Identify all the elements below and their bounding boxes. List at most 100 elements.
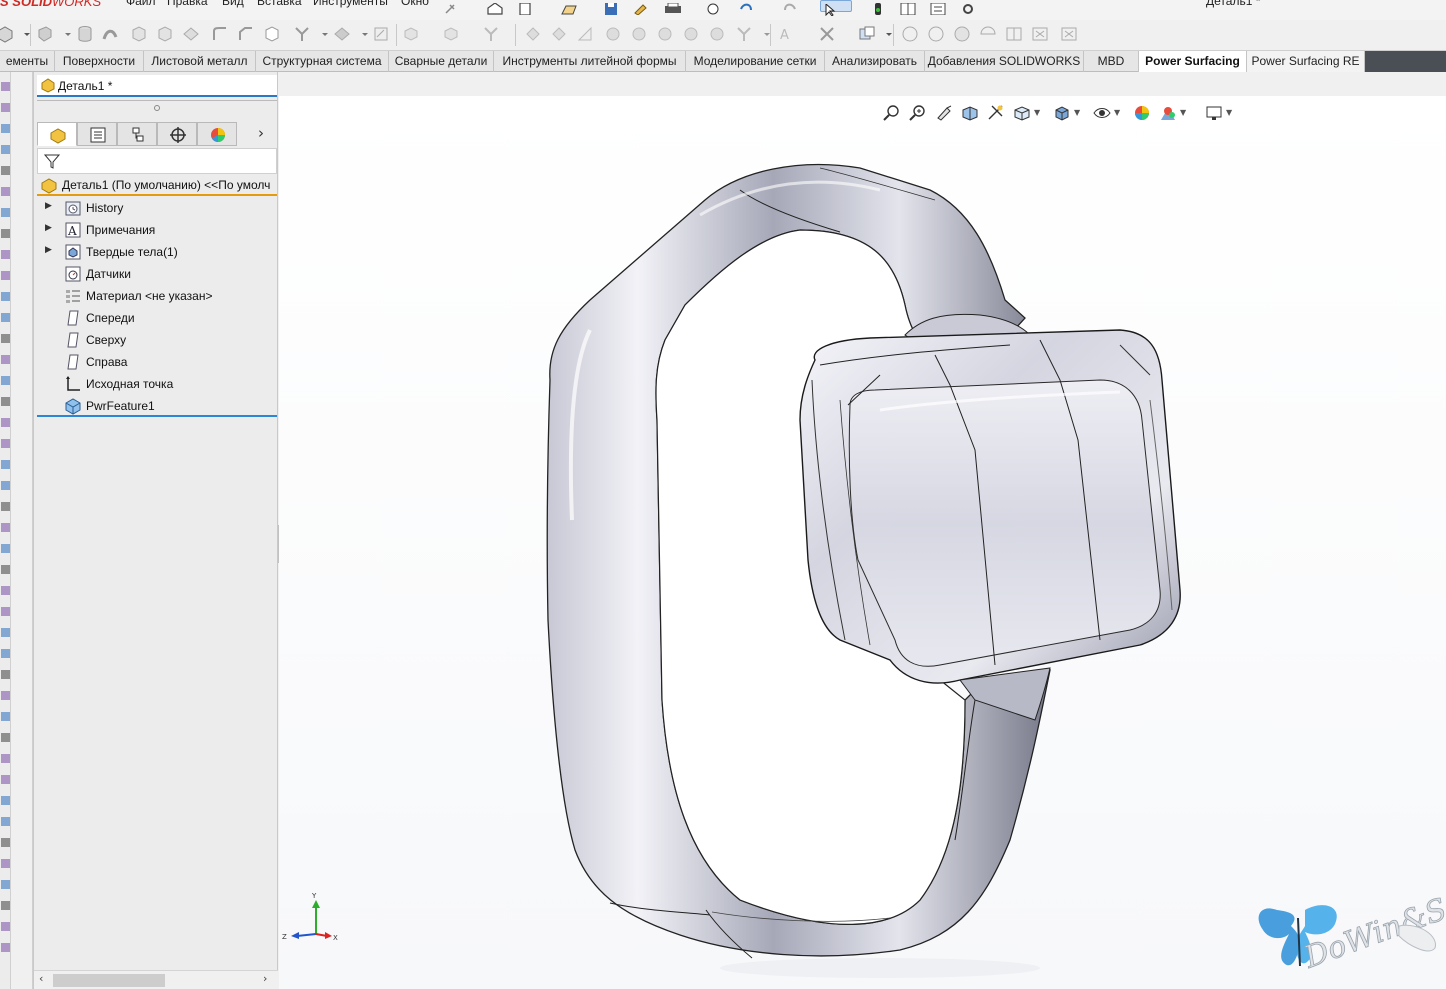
panel-splitter[interactable]: [37, 100, 277, 116]
tree-item-sensors[interactable]: Датчики: [37, 263, 277, 285]
dropdown-arrow-icon[interactable]: ▼: [1114, 108, 1120, 117]
sketch-tool-icon[interactable]: [1, 481, 10, 490]
tab-mold-tools[interactable]: Инструменты литейной формы: [494, 51, 686, 72]
close-box-icon[interactable]: [1031, 25, 1049, 43]
sketch-tool-icon[interactable]: [1, 523, 10, 532]
mirror-icon[interactable]: [604, 25, 622, 43]
sketch-tool-icon[interactable]: [1, 691, 10, 700]
split-line-icon[interactable]: [735, 25, 753, 43]
cylinder-icon[interactable]: [76, 25, 94, 43]
tab-features[interactable]: ементы: [0, 51, 55, 72]
sketch-tool-icon[interactable]: [1, 817, 10, 826]
splitter-grip-icon[interactable]: [154, 105, 160, 111]
scroll-thumb[interactable]: [53, 974, 165, 987]
sketch-tool-icon[interactable]: [1, 208, 10, 217]
sketch-tool-icon[interactable]: [1, 460, 10, 469]
sketch-tool-icon[interactable]: [1, 124, 10, 133]
menu-file[interactable]: Файл: [126, 0, 156, 8]
sketch-tool-icon[interactable]: [1, 649, 10, 658]
zoom-to-area-icon[interactable]: [909, 104, 927, 122]
sketch-tool-icon[interactable]: [1, 922, 10, 931]
dropdown-arrow-icon[interactable]: [316, 25, 328, 43]
sketch-tool-icon[interactable]: [1, 796, 10, 805]
curves-icon[interactable]: [333, 25, 351, 43]
traffic-light-icon[interactable]: [872, 0, 890, 15]
rib-icon[interactable]: [576, 25, 594, 43]
axis-icon[interactable]: [482, 25, 500, 43]
wrap-icon[interactable]: [402, 25, 420, 43]
sketch-tool-icon[interactable]: [1, 103, 10, 112]
sketch-tool-icon[interactable]: [1, 313, 10, 322]
sketch-tool-icon[interactable]: [1, 628, 10, 637]
scroll-right-icon[interactable]: ›: [263, 972, 267, 985]
tree-item-solid-bodies[interactable]: ▶ Твердые тела(1): [37, 241, 277, 263]
tree-root-part[interactable]: Деталь1 (По умолчанию) <<По умолч: [37, 175, 277, 196]
print-icon[interactable]: [664, 0, 682, 13]
tree-item-origin[interactable]: Исходная точка: [37, 373, 277, 395]
dynamic-annotation-icon[interactable]: [987, 104, 1005, 122]
expand-arrow-icon[interactable]: ▶: [45, 223, 52, 233]
scale-icon[interactable]: [708, 25, 726, 43]
zoom-icon[interactable]: [706, 0, 724, 15]
intersect-icon[interactable]: [442, 25, 460, 43]
tab-evaluate[interactable]: Анализировать: [825, 51, 925, 72]
sketch-tool-icon[interactable]: [1, 544, 10, 553]
menu-tools[interactable]: Инструменты: [313, 0, 388, 8]
sketch-tool-icon[interactable]: [1, 670, 10, 679]
draft-icon[interactable]: [524, 25, 542, 43]
tree-item-top-plane[interactable]: Сверху: [37, 329, 277, 351]
horizontal-scrollbar[interactable]: ‹ ›: [34, 970, 278, 989]
tree-item-history[interactable]: ▶ History: [37, 197, 277, 219]
expand-arrow-icon[interactable]: ▶: [45, 201, 52, 211]
sketch-tool-icon[interactable]: [1, 82, 10, 91]
circular-pattern-icon[interactable]: [656, 25, 674, 43]
sketch-tool-icon[interactable]: [1, 502, 10, 511]
dropdown-arrow-icon[interactable]: ▼: [1074, 108, 1080, 117]
cancel-box-icon[interactable]: [1060, 25, 1078, 43]
options-gear-icon[interactable]: [960, 0, 978, 14]
tab-structure-system[interactable]: Структурная система: [256, 51, 389, 72]
sketch-tool-icon[interactable]: [1, 355, 10, 364]
cut-revolve-icon[interactable]: [156, 25, 174, 43]
previous-view-icon[interactable]: [935, 104, 953, 122]
select-pointer-icon[interactable]: [820, 0, 852, 17]
undo-icon[interactable]: [738, 0, 756, 12]
dropdown-arrow-icon[interactable]: ▼: [1180, 108, 1186, 117]
save-icon[interactable]: [603, 0, 621, 15]
sketch-tool-icon[interactable]: [1, 250, 10, 259]
tab-property-manager[interactable]: [77, 122, 117, 146]
tab-mbd[interactable]: MBD: [1084, 51, 1139, 72]
extrude-boss-icon[interactable]: [0, 25, 14, 43]
tab-dimxpert[interactable]: [157, 122, 197, 146]
sketch-tool-icon[interactable]: [1, 292, 10, 301]
dropdown-arrow-icon[interactable]: [18, 25, 30, 43]
document-tab[interactable]: Деталь1 *: [37, 75, 277, 97]
tree-item-pwrfeature1[interactable]: PwrFeature1: [37, 395, 277, 417]
half-sphere-icon[interactable]: [979, 25, 997, 43]
text-icon[interactable]: A: [778, 25, 796, 43]
tab-feature-manager[interactable]: [37, 122, 77, 146]
solidworks-logo[interactable]: S SOLIDWORKS: [0, 0, 101, 9]
edit-appearance-icon[interactable]: [1133, 104, 1151, 122]
tree-item-material[interactable]: Материал <не указан>: [37, 285, 277, 307]
scroll-left-icon[interactable]: ‹: [39, 972, 43, 985]
sketch-tools-icon[interactable]: [818, 25, 836, 43]
tab-power-surfacing[interactable]: Power Surfacing: [1139, 51, 1247, 72]
3d-model-shackle[interactable]: [279, 96, 1446, 989]
cut-icon[interactable]: [130, 25, 148, 43]
menu-insert[interactable]: Вставка: [257, 0, 302, 8]
tab-power-surfacing-re[interactable]: Power Surfacing RE: [1247, 51, 1365, 72]
home-icon[interactable]: [486, 0, 504, 15]
sketch-tool-icon[interactable]: [1, 586, 10, 595]
sketch-tool-icon[interactable]: [1, 229, 10, 238]
ellipse-tool-icon[interactable]: [927, 25, 945, 43]
dropdown-arrow-icon[interactable]: ▼: [1034, 108, 1040, 117]
display-style-icon[interactable]: [1053, 104, 1071, 122]
filter-icon[interactable]: [44, 153, 60, 169]
dropdown-arrow-icon[interactable]: [758, 25, 770, 43]
graphics-area[interactable]: ▼ ▼ ▼ ▼ ▼ Y Z X DoWin&Soft: [279, 96, 1446, 989]
sketch-tool-icon[interactable]: [1, 166, 10, 175]
tab-weldments[interactable]: Сварные детали: [389, 51, 494, 72]
reference-geometry-icon[interactable]: [293, 25, 311, 43]
section-view-icon[interactable]: [961, 104, 979, 122]
